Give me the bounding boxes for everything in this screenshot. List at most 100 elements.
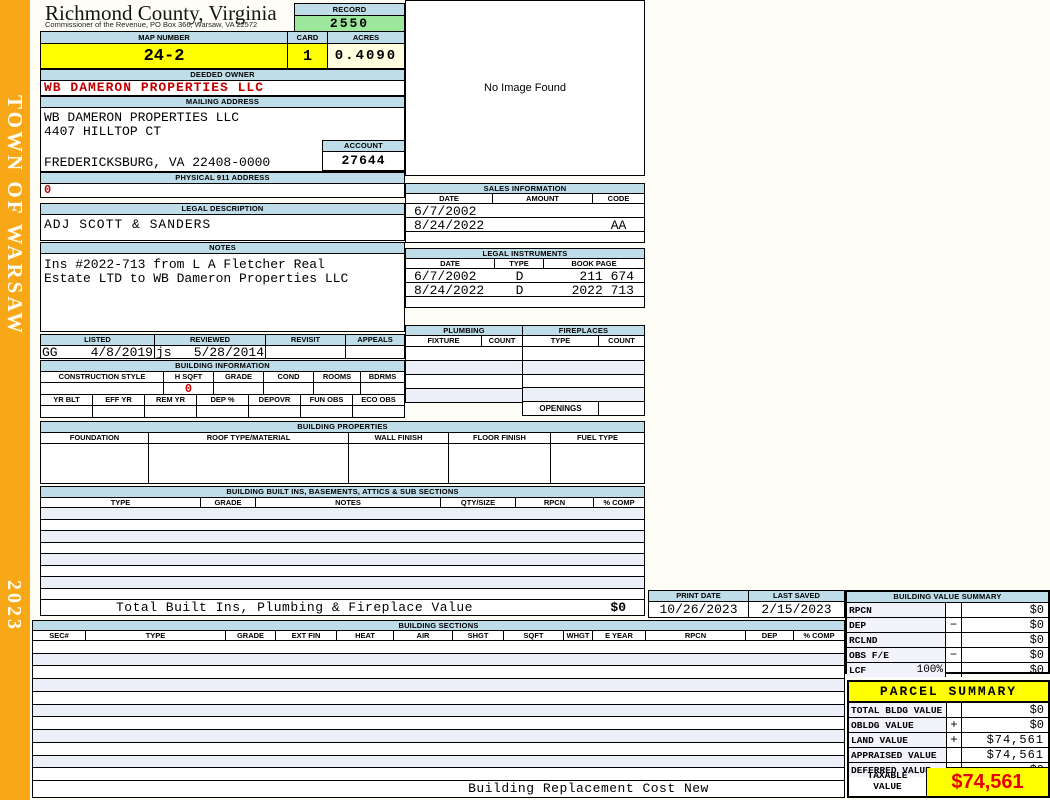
mailing-address-label: MAILING ADDRESS <box>41 97 404 108</box>
bvs-lcf-pct: 100% <box>916 664 943 676</box>
taxable-row: TAXABLE VALUE $74,561 <box>849 767 1048 796</box>
bs-rpcn-label: RPCN <box>646 631 746 640</box>
rooms-label: ROOMS <box>314 372 361 382</box>
built-ins-title: BUILDING BUILT INS, BASEMENTS, ATTICS & … <box>41 487 644 498</box>
plumbing-count-label: COUNT <box>488 336 516 346</box>
built-ins-row <box>41 566 644 577</box>
sales-date-label: DATE <box>406 194 493 203</box>
building-sections-row <box>33 768 844 780</box>
fuel-type-value <box>551 444 644 483</box>
notes-table: NOTES Ins #2022-713 from L A Fletcher Re… <box>40 242 405 332</box>
bvs-obs-op: − <box>946 648 962 662</box>
bvs-rclnd-value: $0 <box>1029 633 1044 647</box>
bs-eyear-label: E YEAR <box>593 631 646 640</box>
bvs-lcf-op <box>946 663 962 677</box>
land-op: + <box>947 733 962 747</box>
legal-description-label: LEGAL DESCRIPTION <box>41 204 404 215</box>
no-image-text: No Image Found <box>484 82 566 94</box>
reviewed-date: 5/28/2014 <box>193 345 264 360</box>
rooms-value <box>314 383 361 394</box>
account-label: ACCOUNT <box>323 141 404 152</box>
last-saved-value: 2/15/2023 <box>761 602 832 617</box>
bs-sqft-label: SQFT <box>504 631 564 640</box>
fireplaces-row <box>523 360 644 375</box>
mailing-line-1: WB DAMERON PROPERTIES LLC <box>44 110 240 125</box>
building-sections-row <box>33 653 844 667</box>
fireplaces-count-label: COUNT <box>608 336 635 346</box>
bvs-lcf-value: $0 <box>1029 663 1044 677</box>
bvs-lcf-text: LCF <box>849 664 867 676</box>
bvs-obs-value: $0 <box>1029 648 1044 662</box>
parcel-row: OBLDG VALUE + $0 <box>849 718 1048 733</box>
plumbing-row <box>406 361 522 375</box>
parcel-summary-title: PARCEL SUMMARY <box>849 682 1048 703</box>
bvs-row: RPCN $0 <box>847 603 1048 618</box>
construction-style-label: CONSTRUCTION STYLE <box>41 372 164 382</box>
mailing-line-4: FREDERICKSBURG, VA 22408-0000 <box>44 155 271 170</box>
sidebar-year-label: 2023 <box>3 580 25 632</box>
construction-style-value <box>41 383 164 394</box>
plumbing-table: PLUMBING FIXTURE COUNT <box>405 325 523 403</box>
bs-sec-label: SEC# <box>33 631 86 640</box>
bi-comp-label: % COMP <box>603 497 635 507</box>
print-date-value: 10/26/2023 <box>649 602 749 617</box>
building-sections-row <box>33 666 844 680</box>
remyr-label: REM YR <box>145 395 197 405</box>
remyr-value <box>145 406 197 418</box>
fireplaces-row <box>523 388 644 401</box>
yrblt-value <box>41 406 93 418</box>
card-label: CARD <box>288 32 328 43</box>
openings-value <box>599 402 644 415</box>
physical-911-label: PHYSICAL 911 ADDRESS <box>41 173 404 184</box>
sales-row-date: 6/7/2002 <box>414 204 477 219</box>
physical-911-table: PHYSICAL 911 ADDRESS 0 <box>40 172 405 198</box>
foundation-value <box>41 444 149 483</box>
building-sections-row <box>33 717 844 731</box>
map-card-acres-table: MAP NUMBER CARD ACRES 24-2 1 0.4090 <box>40 31 405 69</box>
total-bldg-op <box>947 703 962 717</box>
appraised-value: $74,561 <box>986 748 1044 762</box>
sales-row-amount <box>493 204 593 217</box>
built-ins-table: BUILDING BUILT INS, BASEMENTS, ATTICS & … <box>40 486 645 616</box>
depovr-label: DEPOVR <box>249 395 301 405</box>
reviewed-by: js <box>156 345 172 360</box>
bvs-row: LCF 100% $0 <box>847 663 1048 677</box>
reviewed-value: js 5/28/2014 <box>155 345 266 360</box>
legal-instruments-title: LEGAL INSTRUMENTS <box>406 249 644 259</box>
deppct-value <box>197 406 249 418</box>
sales-row-date: 8/24/2022 <box>414 218 485 233</box>
sales-row: 8/24/2022 AA <box>406 218 644 233</box>
funobs-value <box>301 406 353 418</box>
plumbing-row <box>406 375 522 389</box>
building-sections-row <box>33 641 844 654</box>
grade-label: GRADE <box>214 372 264 382</box>
bvs-row: RCLND $0 <box>847 633 1048 648</box>
account-value: 27644 <box>341 153 386 168</box>
building-sections-title: BUILDING SECTIONS <box>33 621 844 631</box>
building-replacement-label: Building Replacement Cost New <box>468 781 709 796</box>
county-subtitle: Commissioner of the Revenue, PO Box 366,… <box>45 20 258 29</box>
bs-shgt-label: SHGT <box>453 631 504 640</box>
sales-row-empty <box>406 232 644 242</box>
appeals-label: APPEALS <box>346 335 404 345</box>
bvs-rpcn-label: RPCN <box>847 603 946 617</box>
bs-dep-label: DEP <box>746 631 794 640</box>
instrument-row: 8/24/2022 D 2022 713 <box>406 283 644 298</box>
fireplaces-row <box>523 375 644 389</box>
sales-row: 6/7/2002 <box>406 204 644 219</box>
notes-line-1: Ins #2022-713 from L A Fletcher Real <box>44 257 325 272</box>
cond-value <box>264 383 314 394</box>
building-sections-row <box>33 692 844 705</box>
grade-value <box>214 383 264 394</box>
sales-information-title: SALES INFORMATION <box>406 184 644 194</box>
record-value: 2550 <box>295 16 404 31</box>
effyr-value <box>93 406 145 418</box>
parcel-row: LAND VALUE + $74,561 <box>849 733 1048 748</box>
legal-description-table: LEGAL DESCRIPTION ADJ SCOTT & SANDERS <box>40 203 405 241</box>
hsqft-label: H SQFT <box>164 372 214 382</box>
listed-label: LISTED <box>41 335 155 345</box>
land-value: $74,561 <box>986 733 1044 747</box>
sales-code-label: CODE <box>607 193 630 203</box>
deppct-label: DEP % <box>197 395 249 405</box>
foundation-label: FOUNDATION <box>41 433 149 443</box>
